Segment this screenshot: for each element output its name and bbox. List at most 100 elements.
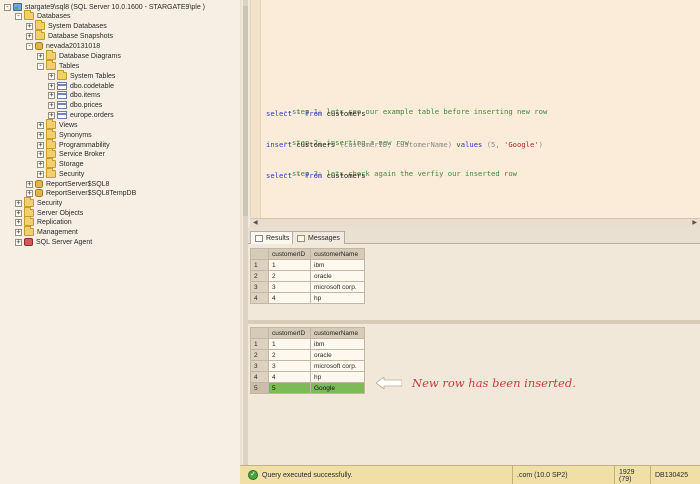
table-row[interactable]: 3 3 microsoft corp. [250,281,365,293]
tree-node[interactable]: - Databases [15,10,71,21]
expand-icon[interactable]: + [37,160,44,168]
cell-customerid[interactable]: 4 [268,292,311,304]
expand-icon[interactable]: + [26,22,33,30]
tree-node[interactable]: + System Tables [48,70,115,81]
tree-node[interactable]: - nevada20131018 [26,41,100,51]
expand-icon[interactable]: + [15,209,22,217]
tree-node[interactable]: + Views [37,119,78,130]
cell-customerid[interactable]: 4 [268,371,311,383]
folder-icon [24,216,34,226]
cell-customername[interactable]: ibm [310,338,365,350]
grid-corner[interactable] [250,327,269,339]
expand-icon[interactable]: + [15,218,22,226]
table-icon [57,91,67,99]
tree-node[interactable]: + Database Snapshots [26,30,113,41]
cell-customername[interactable]: hp [310,371,365,383]
cell-customername[interactable]: microsoft corp. [310,281,365,293]
table-row[interactable]: 2 2 oracle [250,270,365,282]
status-database-label: DB130425 [655,472,689,479]
collapse-icon[interactable]: - [37,62,44,70]
cell-customerid[interactable]: 3 [268,360,311,372]
expand-icon[interactable]: + [37,150,44,158]
cell-customername[interactable]: microsoft corp. [310,360,365,372]
expand-icon[interactable]: + [15,238,22,246]
cell-customername[interactable]: hp [310,292,365,304]
cell-customerid[interactable]: 2 [268,270,311,282]
table-row[interactable]: 5 5 Google [250,382,365,394]
cell-customername[interactable]: oracle [310,349,365,361]
cell-customerid[interactable]: 1 [268,338,311,350]
expand-icon[interactable]: + [37,131,44,139]
expand-icon[interactable]: + [37,170,44,178]
editor-horizontal-scrollbar[interactable]: ◀ ▶ [250,218,700,227]
cell-customername[interactable]: Google [310,382,365,394]
folder-icon [46,129,56,139]
expand-icon[interactable]: + [15,228,22,236]
row-number[interactable]: 4 [250,292,269,304]
row-number[interactable]: 3 [250,360,269,372]
collapse-icon[interactable]: - [4,3,11,11]
expand-icon[interactable]: + [26,180,33,188]
expand-icon[interactable]: + [37,141,44,149]
tree-node[interactable]: + Security [15,197,62,208]
cell-customerid[interactable]: 3 [268,281,311,293]
expand-icon[interactable]: + [48,101,55,109]
scroll-right-icon[interactable]: ▶ [692,220,697,226]
cell-customerid[interactable]: 2 [268,349,311,361]
expand-icon[interactable]: + [37,121,44,129]
column-header-customername[interactable]: customerName [310,248,365,260]
annotation: New row has been inserted. [376,376,576,390]
table-row[interactable]: 1 1 ibm [250,338,365,350]
table-row[interactable]: 4 4 hp [250,371,365,383]
table-row[interactable]: 1 1 ibm [250,259,365,271]
folder-icon [24,197,34,207]
tree-node[interactable]: + Management [15,226,78,237]
column-header-customername[interactable]: customerName [310,327,365,339]
scrollbar-thumb[interactable] [243,6,248,216]
tree-node[interactable]: + dbo.prices [48,100,102,110]
cell-customername[interactable]: oracle [310,270,365,282]
table-row[interactable]: 3 3 microsoft corp. [250,360,365,372]
row-number[interactable]: 1 [250,338,269,350]
row-number[interactable]: 4 [250,371,269,383]
tree-node[interactable]: + Storage [37,158,84,169]
expand-icon[interactable]: + [26,189,33,197]
expand-icon[interactable]: + [48,111,55,119]
table-row[interactable]: 4 4 hp [250,292,365,304]
cell-customername[interactable]: ibm [310,259,365,271]
row-number[interactable]: 1 [250,259,269,271]
cell-customerid[interactable]: 5 [268,382,311,394]
tree-node[interactable]: + SQL Server Agent [15,237,92,247]
tree-node-label: Databases [37,12,71,20]
scroll-left-icon[interactable]: ◀ [253,220,258,226]
tree-node[interactable]: + Security [37,168,85,179]
collapse-icon[interactable]: - [26,42,33,50]
tab-results[interactable]: Results [250,231,295,244]
column-header-customerid[interactable]: customerID [268,327,311,339]
expand-icon[interactable]: + [48,82,55,90]
tree-node-label: Security [59,170,85,178]
collapse-icon[interactable]: - [15,12,22,20]
row-number[interactable]: 2 [250,270,269,282]
row-number[interactable]: 2 [250,349,269,361]
status-bar: ✓ Query executed successfully. .com (10.… [240,465,700,484]
row-number[interactable]: 5 [250,382,269,394]
expand-icon[interactable]: + [48,72,55,80]
tree-node[interactable]: + dbo.items [48,90,100,100]
tab-messages[interactable]: Messages [292,231,345,244]
expand-icon[interactable]: + [48,91,55,99]
expand-icon[interactable]: + [26,32,33,40]
expand-icon[interactable]: + [15,199,22,207]
row-number[interactable]: 3 [250,281,269,293]
tree-node[interactable]: + europe.orders [48,110,114,120]
sql-keyword: from [304,109,323,118]
query-editor[interactable]: --step 1: lets see our example table bef… [250,0,700,218]
tree-node-label: europe.orders [70,111,114,119]
table-icon [57,82,67,90]
table-row[interactable]: 2 2 oracle [250,349,365,361]
grid-corner[interactable] [250,248,269,260]
tree-node[interactable]: + ReportServer$SQL8TempDB [26,188,136,198]
column-header-customerid[interactable]: customerID [268,248,311,260]
cell-customerid[interactable]: 1 [268,259,311,271]
expand-icon[interactable]: + [37,52,44,60]
